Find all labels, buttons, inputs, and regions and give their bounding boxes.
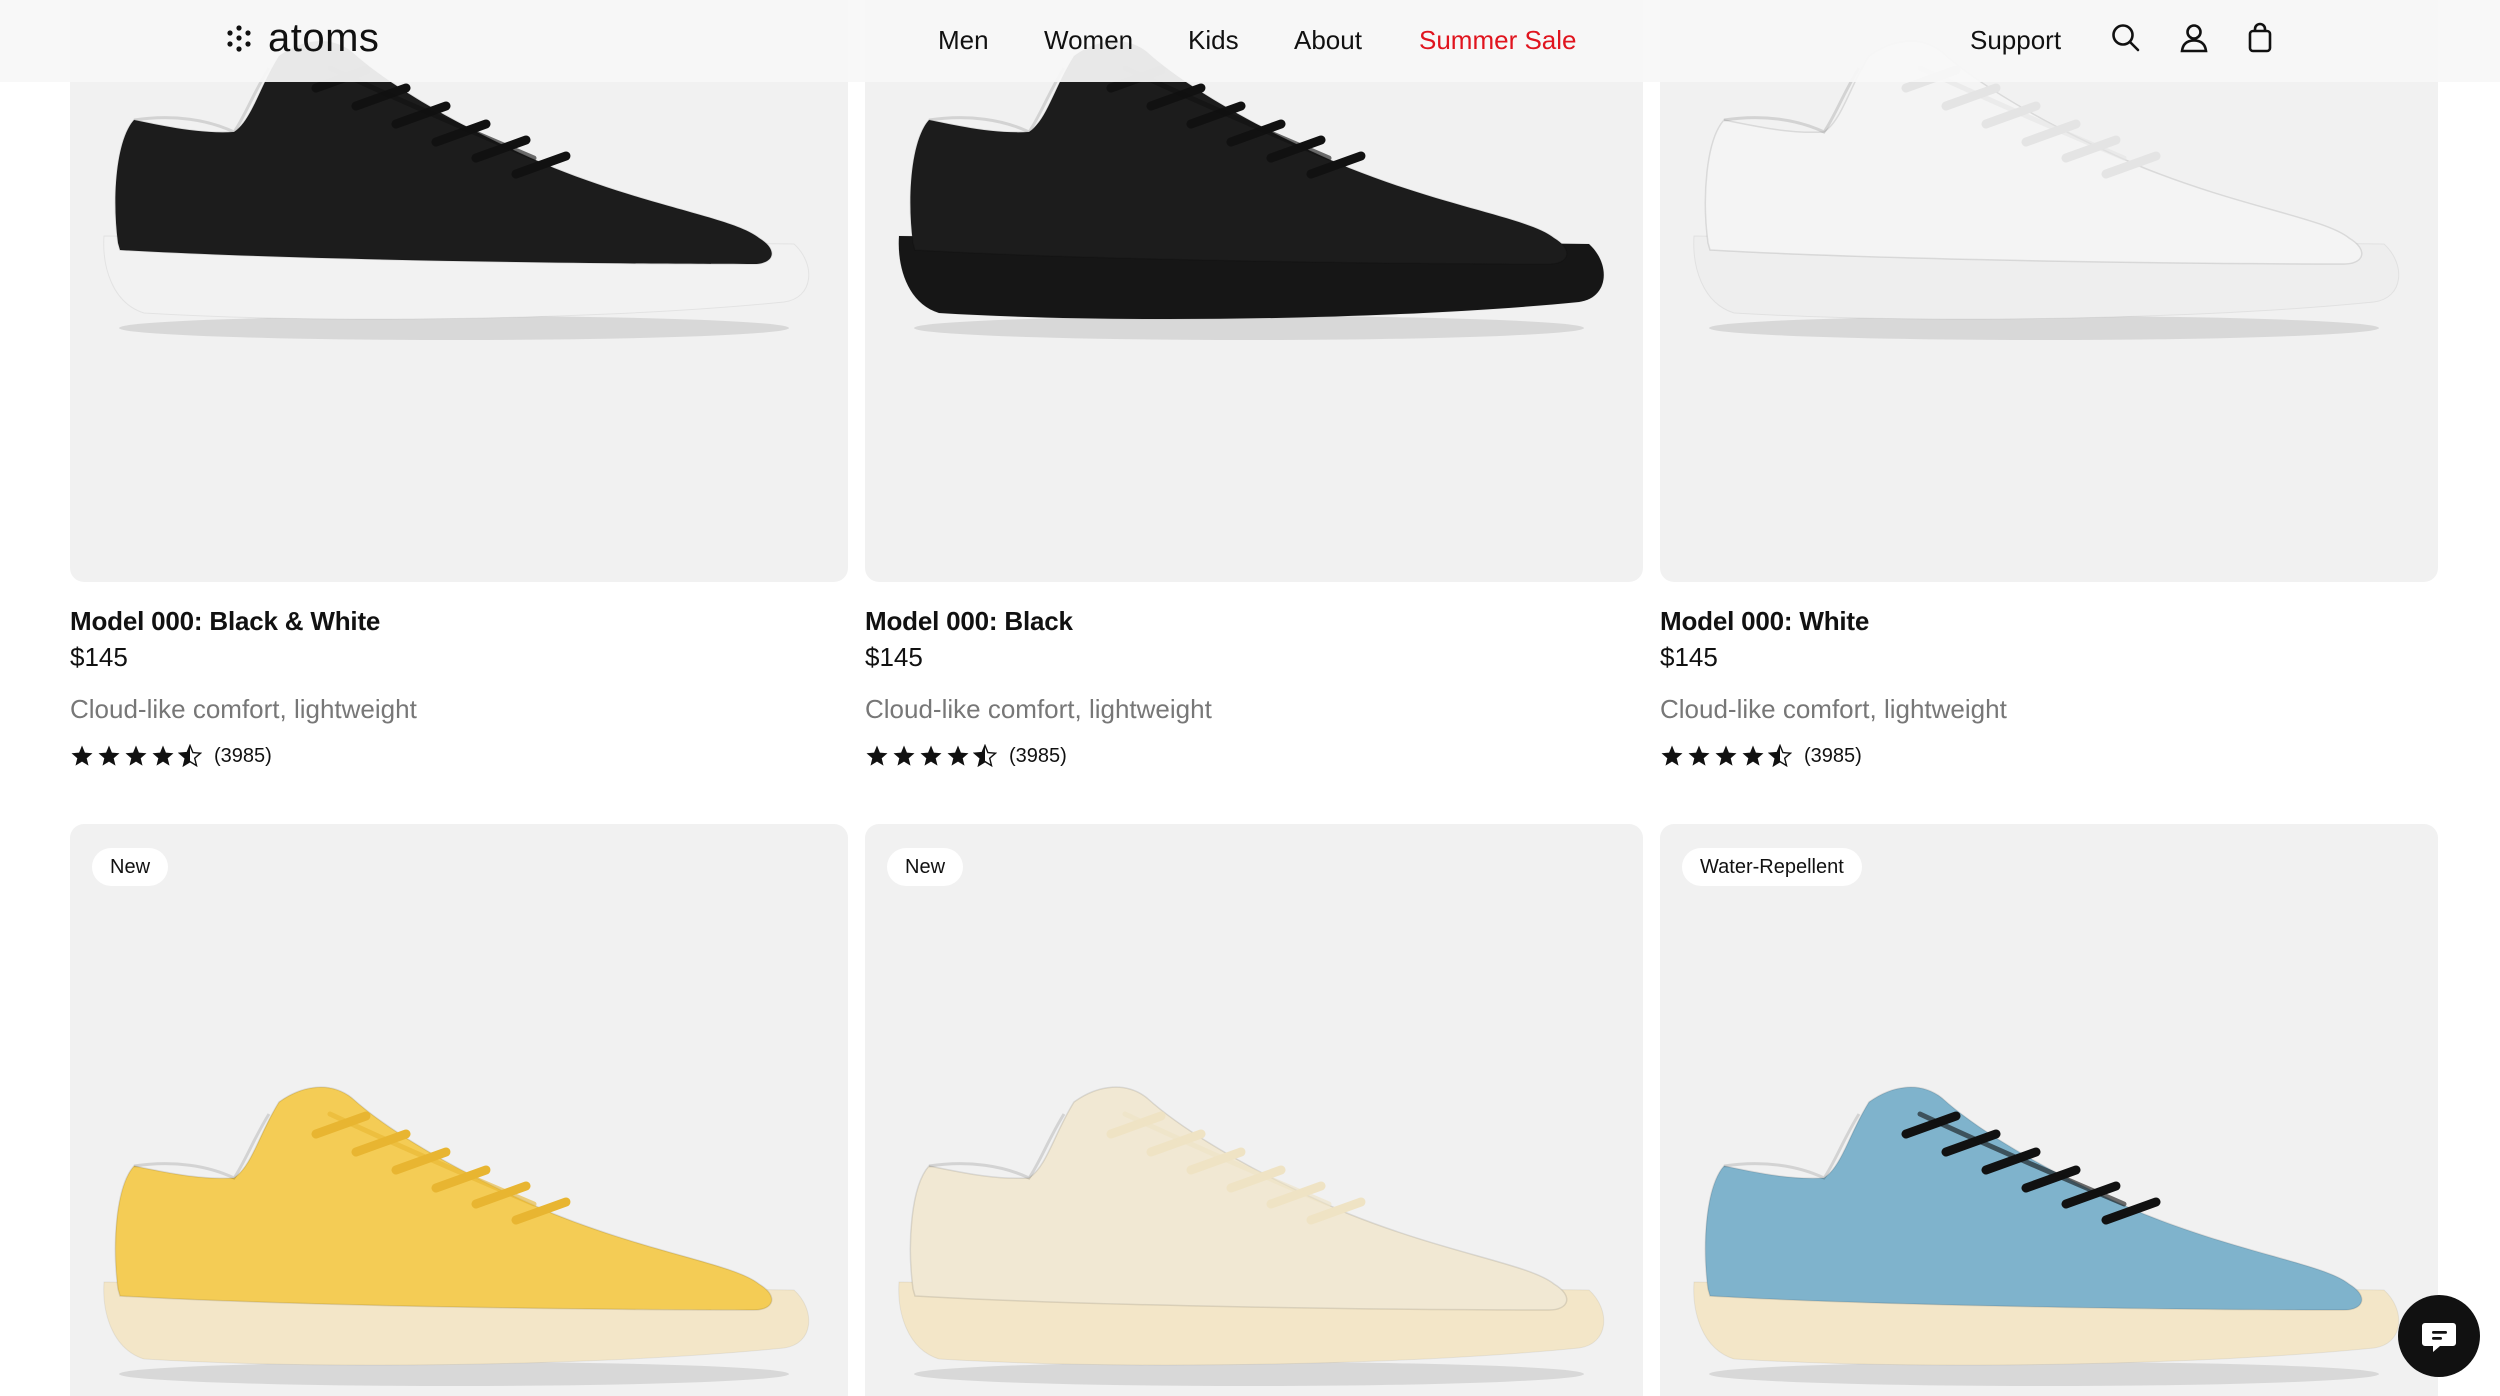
product-card[interactable]: Model 000: White $145 Cloud-like comfort… [1660, 0, 2438, 768]
product-rating[interactable]: (3985) [865, 742, 1643, 770]
review-count: (3985) [1009, 744, 1067, 767]
product-card[interactable]: New [865, 824, 1643, 1396]
product-image[interactable] [1660, 0, 2438, 582]
nav-support[interactable]: Support [1970, 20, 2061, 60]
star-icon [1688, 745, 1710, 766]
star-icon [866, 745, 888, 766]
product-price: $145 [70, 642, 128, 672]
shopping-bag-icon[interactable] [2242, 20, 2278, 56]
star-icon [152, 745, 174, 766]
star-icon [178, 744, 202, 768]
product-badge: New [92, 848, 169, 886]
product-price: $145 [865, 642, 923, 672]
star-icon [125, 745, 147, 766]
review-count: (3985) [214, 744, 272, 767]
product-card[interactable]: Model 000: Black $145 Cloud-like comfort… [865, 0, 1643, 768]
product-rating[interactable]: (3985) [1660, 742, 2438, 770]
rating-stars [865, 744, 997, 768]
star-icon [1742, 745, 1764, 766]
product-card[interactable]: Water-Repellent [1660, 824, 2438, 1396]
nav-women[interactable]: Women [1044, 20, 1133, 60]
star-icon [947, 745, 969, 766]
chat-button[interactable] [2398, 1295, 2480, 1377]
star-icon [1715, 745, 1737, 766]
review-count: (3985) [1804, 744, 1862, 767]
product-image[interactable] [70, 0, 848, 582]
star-icon [893, 745, 915, 766]
chat-icon [2422, 1323, 2456, 1352]
rating-stars [1660, 744, 1792, 768]
product-image[interactable]: New [865, 824, 1643, 1396]
product-title[interactable]: Model 000: White [1660, 604, 2438, 638]
product-card[interactable]: New [70, 824, 848, 1396]
product-badge: Water-Repellent [1682, 848, 1862, 886]
product-badge: New [887, 848, 964, 886]
search-icon[interactable] [2108, 20, 2144, 56]
product-image[interactable]: New [70, 824, 848, 1396]
product-image[interactable]: Water-Repellent [1660, 824, 2438, 1396]
product-tagline: Cloud-like comfort, lightweight [865, 694, 1212, 724]
nav-men[interactable]: Men [938, 20, 989, 60]
product-rating[interactable]: (3985) [70, 742, 848, 770]
star-icon [71, 745, 93, 766]
star-icon [973, 744, 997, 768]
star-icon [1661, 745, 1683, 766]
product-title[interactable]: Model 000: Black [865, 604, 1643, 638]
product-card[interactable]: Model 000: Black & White $145 Cloud-like… [70, 0, 848, 768]
product-tagline: Cloud-like comfort, lightweight [1660, 694, 2007, 724]
shoe-image [103, 1086, 810, 1386]
site-header: atoms Men Women Kids About Summer Sale S… [0, 0, 2500, 82]
shoe-image [1693, 1086, 2400, 1386]
star-icon [1768, 744, 1792, 768]
nav-summer-sale[interactable]: Summer Sale [1419, 20, 1577, 60]
rating-stars [70, 744, 202, 768]
product-price: $145 [1660, 642, 1718, 672]
shoe-image [898, 1086, 1605, 1386]
star-icon [920, 745, 942, 766]
user-icon[interactable] [2176, 20, 2212, 56]
product-tagline: Cloud-like comfort, lightweight [70, 694, 417, 724]
nav-kids[interactable]: Kids [1188, 20, 1239, 60]
nav-about[interactable]: About [1294, 20, 1362, 60]
product-image[interactable] [865, 0, 1643, 582]
product-title[interactable]: Model 000: Black & White [70, 604, 848, 638]
star-icon [98, 745, 120, 766]
